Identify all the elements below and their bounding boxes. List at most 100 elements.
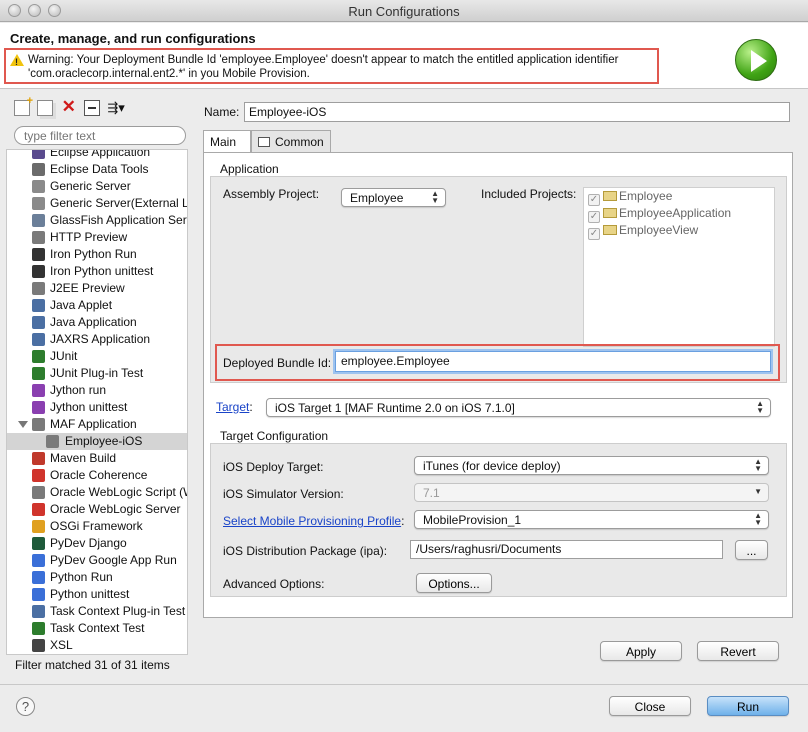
simulator-version-label: iOS Simulator Version: (223, 487, 344, 501)
dialog-header: Create, manage, and run configurations W… (0, 23, 808, 89)
run-button[interactable]: Run (707, 696, 789, 716)
tree-launch-type-item[interactable]: JAXRS Application (7, 331, 187, 348)
name-input[interactable]: Employee-iOS (244, 102, 790, 122)
server-icon (32, 197, 45, 210)
tree-launch-type-item[interactable]: Task Context Test (7, 620, 187, 637)
options-button[interactable]: Options... (416, 573, 492, 593)
tree-launch-type-item[interactable]: Oracle WebLogic Server (7, 501, 187, 518)
tree-item-label: Python Run (50, 570, 113, 584)
target-value: iOS Target 1 [MAF Runtime 2.0 on iOS 7.1… (275, 401, 515, 415)
filter-menu-icon[interactable]: ⇶▾ (107, 100, 124, 116)
close-button[interactable]: Close (609, 696, 691, 716)
delete-config-icon[interactable]: ✕ (61, 98, 77, 116)
eclipse-icon (32, 150, 45, 159)
included-projects-list[interactable]: ✓ Employee ✓ EmployeeApplication ✓ Employee… (583, 187, 775, 347)
tree-launch-type-item[interactable]: Python unittest (7, 586, 187, 603)
tree-launch-type-item[interactable]: Iron Python unittest (7, 263, 187, 280)
new-config-icon[interactable] (14, 95, 33, 116)
tree-launch-type-item[interactable]: Eclipse Application (7, 149, 187, 161)
tree-launch-type-item[interactable]: Python Run (7, 569, 187, 586)
included-projects-label: Included Projects: (481, 187, 577, 201)
tree-launch-type-item[interactable]: Generic Server (7, 178, 187, 195)
provisioning-profile-link[interactable]: Select Mobile Provisioning Profile (223, 514, 401, 528)
tree-launch-type-item[interactable]: JUnit Plug-in Test (7, 365, 187, 382)
tree-launch-type-item[interactable]: Maven Build (7, 450, 187, 467)
tree-launch-type-item[interactable]: PyDev Google App Run (7, 552, 187, 569)
help-icon[interactable]: ? (16, 697, 35, 716)
coherence-icon (32, 469, 45, 482)
simulator-version-select: 7.1 ▼ (414, 483, 769, 502)
tree-launch-type-item[interactable]: Jython unittest (7, 399, 187, 416)
tree-item-label: Eclipse Application (50, 149, 151, 159)
tree-launch-type-item[interactable]: J2EE Preview (7, 280, 187, 297)
tree-launch-type-item[interactable]: Iron Python Run (7, 246, 187, 263)
config-tree[interactable]: Eclipse Application Eclipse Data Tools Gen… (6, 149, 188, 655)
http-icon (32, 231, 45, 244)
distribution-package-label: iOS Distribution Package (ipa): (223, 544, 388, 558)
apply-button[interactable]: Apply (600, 641, 682, 661)
applet-icon (32, 299, 45, 312)
provisioning-profile-value: MobileProvision_1 (423, 513, 522, 527)
distribution-package-input[interactable]: /Users/raghusri/Documents (410, 540, 723, 559)
tab-common[interactable]: Common (251, 130, 331, 152)
tree-launch-type-item[interactable]: Oracle WebLogic Script (W (7, 484, 187, 501)
tree-launch-type-item[interactable]: Oracle Coherence (7, 467, 187, 484)
tree-launch-type-item[interactable]: PyDev Django (7, 535, 187, 552)
included-project-item[interactable]: ✓ Employee (588, 188, 672, 206)
application-group-title: Application (220, 162, 279, 176)
tree-launch-type-item[interactable]: Generic Server(External La (7, 195, 187, 212)
tree-launch-type-item[interactable]: Java Applet (7, 297, 187, 314)
duplicate-config-icon[interactable] (37, 100, 54, 116)
configuration-list-panel: ✕ ⇶▾ Eclipse Application Eclipse Data Too… (6, 95, 196, 676)
revert-button[interactable]: Revert (697, 641, 779, 661)
jython-icon (32, 384, 45, 397)
tree-launch-type-item[interactable]: HTTP Preview (7, 229, 187, 246)
chevron-down-icon: ▼ (754, 487, 762, 496)
window-titlebar: Run Configurations (0, 0, 808, 22)
footer-separator (0, 684, 808, 685)
tree-item-label: MAF Application (50, 417, 137, 431)
checkbox-icon[interactable]: ✓ (588, 228, 600, 240)
target-link[interactable]: Target (216, 400, 249, 414)
tree-config-item[interactable]: Employee-iOS (7, 433, 187, 450)
data-tools-icon (32, 163, 45, 176)
xsl-icon (32, 639, 45, 652)
included-project-item[interactable]: ✓ EmployeeView (588, 222, 699, 240)
filter-input[interactable] (14, 126, 186, 145)
tree-item-label: OSGi Framework (50, 519, 143, 533)
browse-button[interactable]: ... (735, 540, 768, 560)
target-select[interactable]: iOS Target 1 [MAF Runtime 2.0 on iOS 7.1… (266, 398, 771, 417)
assembly-project-select[interactable]: Employee ▲ ▼ (341, 188, 446, 207)
tree-launch-type-item[interactable]: OSGi Framework (7, 518, 187, 535)
tree-launch-type-item[interactable]: Task Context Plug-in Test (7, 603, 187, 620)
tab-main[interactable]: Main (203, 130, 251, 152)
common-tab-icon (258, 137, 270, 147)
maven-icon (32, 452, 45, 465)
deploy-target-select[interactable]: iTunes (for device deploy) ▲ ▼ (414, 456, 769, 475)
expand-triangle-icon[interactable] (18, 421, 28, 428)
tree-item-label: Oracle WebLogic Server (50, 502, 181, 516)
tree-launch-type-item[interactable]: Eclipse Data Tools (7, 161, 187, 178)
tab-main-label: Main (210, 135, 237, 149)
tree-launch-type-item[interactable]: GlassFish Application Serv (7, 212, 187, 229)
junit-icon (32, 350, 45, 363)
select-arrows-icon: ▲ ▼ (756, 399, 764, 415)
django-icon (32, 537, 45, 550)
tree-item-label: Oracle Coherence (50, 468, 148, 482)
included-project-label: EmployeeView (619, 223, 699, 237)
tree-launch-type-item[interactable]: MAF Application (7, 416, 187, 433)
tree-launch-type-item[interactable]: XSL (7, 637, 187, 654)
provisioning-label-wrap: Select Mobile Provisioning Profile: (223, 514, 404, 528)
provisioning-colon: : (401, 514, 405, 528)
tree-item-label: XSL (50, 638, 73, 652)
bundle-id-input[interactable]: employee.Employee (335, 351, 771, 372)
provisioning-profile-select[interactable]: MobileProvision_1 ▲ ▼ (414, 510, 769, 529)
osgi-icon (32, 520, 45, 533)
tree-launch-type-item[interactable]: Jython run (7, 382, 187, 399)
deploy-target-label: iOS Deploy Target: (223, 460, 324, 474)
tree-launch-type-item[interactable]: JUnit (7, 348, 187, 365)
tree-launch-type-item[interactable]: Java Application (7, 314, 187, 331)
included-project-item[interactable]: ✓ EmployeeApplication (588, 205, 731, 223)
tree-item-label: JUnit Plug-in Test (50, 366, 144, 380)
collapse-all-icon[interactable] (84, 100, 101, 116)
